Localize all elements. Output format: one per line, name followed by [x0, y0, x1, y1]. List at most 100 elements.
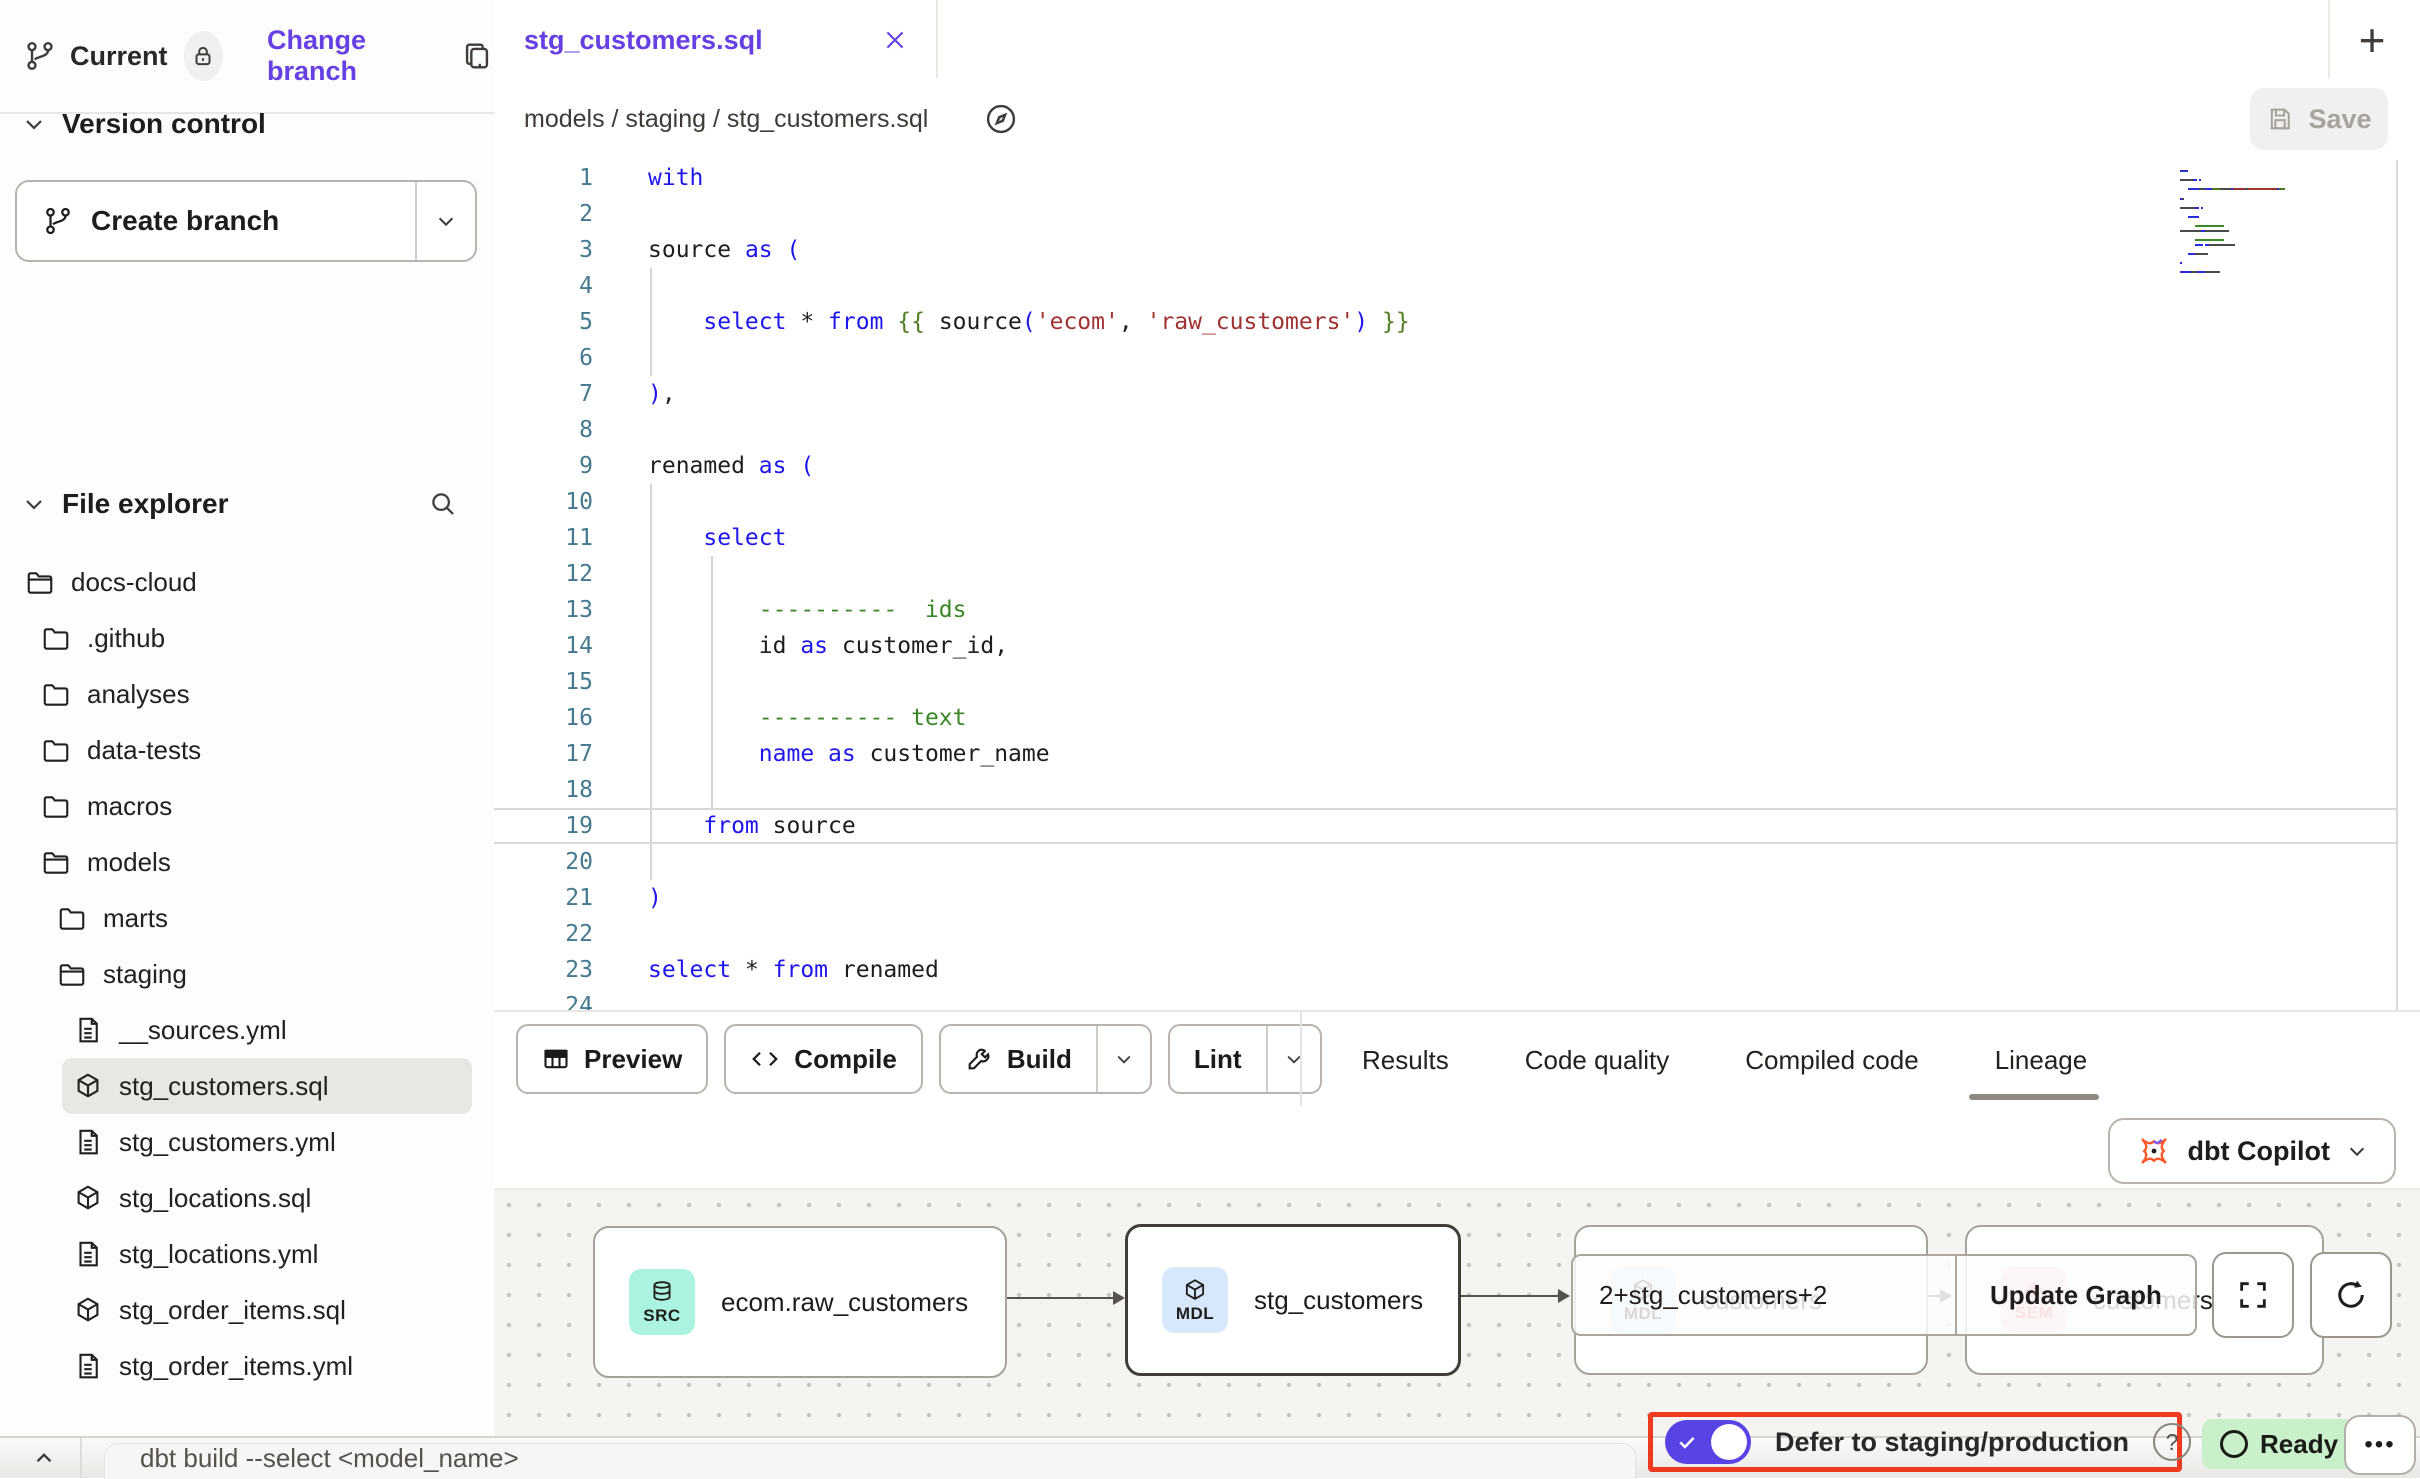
- code-line: 20: [494, 844, 2396, 880]
- file-tree-item[interactable]: stg_customers.sql: [62, 1058, 472, 1114]
- table-icon: [542, 1045, 570, 1073]
- model-badge: MDL: [1162, 1267, 1228, 1333]
- code-line: 10: [494, 484, 2396, 520]
- minimap-line: [2180, 234, 2392, 236]
- preview-label: Preview: [584, 1044, 682, 1075]
- line-number: 23: [494, 952, 615, 988]
- file-tree-item[interactable]: __sources.yml: [0, 1002, 494, 1058]
- fullscreen-icon: [2236, 1278, 2270, 1312]
- minimap-line: [2180, 175, 2392, 177]
- doc-icon: [73, 1015, 103, 1045]
- file-tree-item[interactable]: data-tests: [0, 722, 494, 778]
- new-tab-button[interactable]: +: [2342, 10, 2402, 70]
- refresh-button[interactable]: [2310, 1252, 2392, 1338]
- save-button[interactable]: Save: [2250, 88, 2388, 150]
- copilot-label: dbt Copilot: [2188, 1136, 2330, 1167]
- file-name: marts: [103, 903, 168, 934]
- line-number: 16: [494, 700, 615, 736]
- lineage-canvas[interactable]: SRC ecom.raw_customers MDL stg_customers…: [494, 1188, 2420, 1438]
- dbt-copilot-logo-icon: [2136, 1133, 2172, 1169]
- line-number: 9: [494, 448, 615, 484]
- branch-header: Current Change branch: [0, 0, 494, 114]
- chevron-down-icon: [435, 210, 457, 232]
- lineage-selector-input[interactable]: 2+stg_customers+2: [1573, 1280, 1955, 1311]
- minimap-line: [2180, 170, 2392, 172]
- lineage-edge-arrowhead: [1113, 1291, 1125, 1305]
- change-branch-link[interactable]: Change branch: [267, 25, 422, 87]
- tab-compiled-code[interactable]: Compiled code: [1707, 1045, 1956, 1076]
- editor-minimap[interactable]: [2180, 170, 2392, 276]
- line-number: 5: [494, 304, 615, 340]
- chevron-down-icon: [22, 492, 46, 516]
- source-badge: SRC: [629, 1269, 695, 1335]
- file-tree-item[interactable]: staging: [0, 946, 494, 1002]
- folder-icon: [41, 791, 71, 821]
- wrench-icon: [965, 1045, 993, 1073]
- tab-strip-empty: [938, 0, 2420, 80]
- code-line: 9renamed as (: [494, 448, 2396, 484]
- build-menu-button[interactable]: [1096, 1026, 1150, 1092]
- build-button[interactable]: Build: [939, 1024, 1152, 1094]
- file-tree-item[interactable]: stg_order_items.yml: [0, 1338, 494, 1394]
- file-tree-item[interactable]: stg_order_items.sql: [0, 1282, 494, 1338]
- more-options-button[interactable]: •••: [2344, 1415, 2416, 1475]
- lineage-node-stg-customers[interactable]: MDL stg_customers: [1125, 1224, 1461, 1376]
- line-number: 17: [494, 736, 615, 772]
- line-number: 2: [494, 196, 615, 232]
- code-lines: 1with23source as (45 select * from {{ so…: [494, 160, 2396, 1010]
- code-line: 15: [494, 664, 2396, 700]
- folder-open-icon: [41, 847, 71, 877]
- copy-branch-icon[interactable]: [460, 39, 494, 73]
- search-icon[interactable]: [428, 489, 458, 519]
- file-tree-item[interactable]: docs-cloud: [0, 554, 494, 610]
- file-tree-item[interactable]: stg_locations.yml: [0, 1226, 494, 1282]
- lineage-node-ecom-raw-customers[interactable]: SRC ecom.raw_customers: [593, 1226, 1007, 1378]
- tab-lineage[interactable]: Lineage: [1957, 1045, 2126, 1076]
- version-control-header[interactable]: Version control: [22, 100, 266, 148]
- file-tree-item[interactable]: .github: [0, 610, 494, 666]
- file-name: stg_customers.yml: [119, 1127, 336, 1158]
- code-editor[interactable]: 1with23source as (45 select * from {{ so…: [494, 160, 2398, 1010]
- collapse-panel-button[interactable]: [22, 1442, 66, 1474]
- tab-code-quality[interactable]: Code quality: [1487, 1045, 1708, 1076]
- code-line: 8: [494, 412, 2396, 448]
- file-tree-item[interactable]: models: [0, 834, 494, 890]
- branch-icon: [43, 206, 73, 236]
- help-icon[interactable]: ?: [2153, 1423, 2191, 1461]
- update-graph-button[interactable]: Update Graph: [1955, 1256, 2195, 1334]
- tab-stg-customers-sql[interactable]: stg_customers.sql: [494, 0, 938, 80]
- file-tree-item[interactable]: analyses: [0, 666, 494, 722]
- close-tab-icon[interactable]: [882, 27, 908, 53]
- minimap-line: [2180, 184, 2392, 186]
- docs-compass-button[interactable]: [972, 90, 1030, 148]
- create-branch-button[interactable]: Create branch: [15, 180, 477, 262]
- dbt-copilot-button[interactable]: dbt Copilot: [2108, 1118, 2396, 1184]
- line-number: 21: [494, 880, 615, 916]
- file-tree-item[interactable]: stg_customers.yml: [0, 1114, 494, 1170]
- tab-results[interactable]: Results: [1324, 1045, 1487, 1076]
- fullscreen-button[interactable]: [2212, 1252, 2294, 1338]
- lineage-edge-arrowhead: [1558, 1289, 1570, 1303]
- code-line: 21): [494, 880, 2396, 916]
- line-number: 7: [494, 376, 615, 412]
- cube-icon: [1182, 1277, 1208, 1303]
- cube-icon: [73, 1295, 103, 1325]
- file-explorer-title: File explorer: [62, 488, 229, 520]
- toggle-knob: [1711, 1424, 1747, 1460]
- create-branch-menu-button[interactable]: [415, 182, 475, 260]
- doc-icon: [73, 1127, 103, 1157]
- preview-button[interactable]: Preview: [516, 1024, 708, 1094]
- compile-button[interactable]: Compile: [724, 1024, 923, 1094]
- file-tree-item[interactable]: stg_locations.sql: [0, 1170, 494, 1226]
- file-tree-item[interactable]: marts: [0, 890, 494, 946]
- code-line: 5 select * from {{ source('ecom', 'raw_c…: [494, 304, 2396, 340]
- file-explorer-header[interactable]: File explorer: [22, 480, 472, 528]
- folder-open-icon: [57, 959, 87, 989]
- file-tree-item[interactable]: macros: [0, 778, 494, 834]
- doc-icon: [73, 1351, 103, 1381]
- lint-button[interactable]: Lint: [1168, 1024, 1322, 1094]
- defer-toggle[interactable]: [1665, 1420, 1751, 1464]
- lint-menu-button[interactable]: [1266, 1026, 1320, 1092]
- status-circle-icon: [2220, 1430, 2248, 1458]
- code-line: 4: [494, 268, 2396, 304]
